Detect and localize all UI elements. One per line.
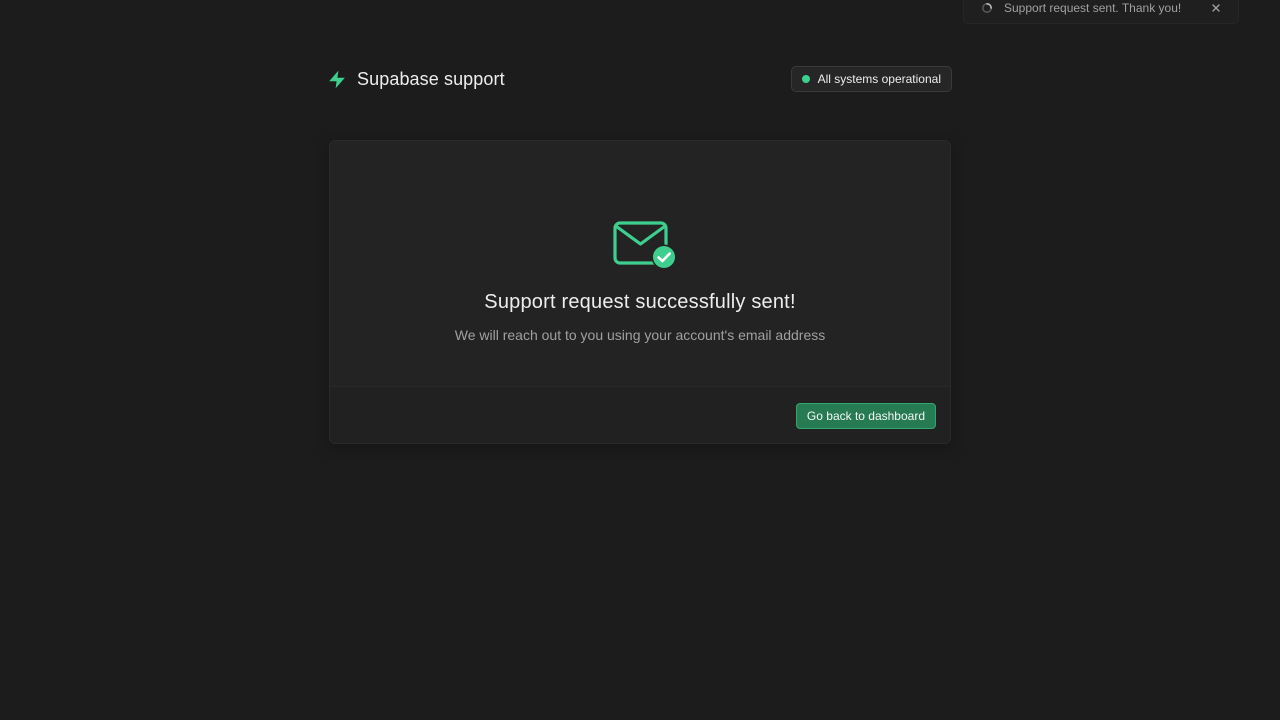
success-card: Support request successfully sent! We wi… <box>329 140 951 444</box>
brand[interactable]: Supabase support <box>328 69 505 90</box>
page-header: Supabase support All systems operational <box>328 66 952 92</box>
spinner-icon <box>981 2 993 14</box>
status-label: All systems operational <box>817 72 941 86</box>
success-description: We will reach out to you using your acco… <box>454 327 826 343</box>
toast-message: Support request sent. Thank you! <box>1004 1 1182 15</box>
card-footer: Go back to dashboard <box>330 387 950 443</box>
page-title: Supabase support <box>357 68 505 89</box>
mail-check-icon <box>613 220 677 270</box>
status-badge[interactable]: All systems operational <box>790 66 952 92</box>
card-body: Support request successfully sent! We wi… <box>330 141 950 387</box>
success-title: Support request successfully sent! <box>484 291 796 313</box>
status-indicator-dot <box>801 75 810 83</box>
support-page: Support request sent. Thank you! Supabas… <box>0 0 1280 720</box>
close-icon[interactable] <box>1210 2 1222 14</box>
toast-notification: Support request sent. Thank you! <box>963 0 1239 24</box>
supabase-bolt-icon <box>328 70 346 89</box>
go-back-to-dashboard-button[interactable]: Go back to dashboard <box>795 402 936 429</box>
